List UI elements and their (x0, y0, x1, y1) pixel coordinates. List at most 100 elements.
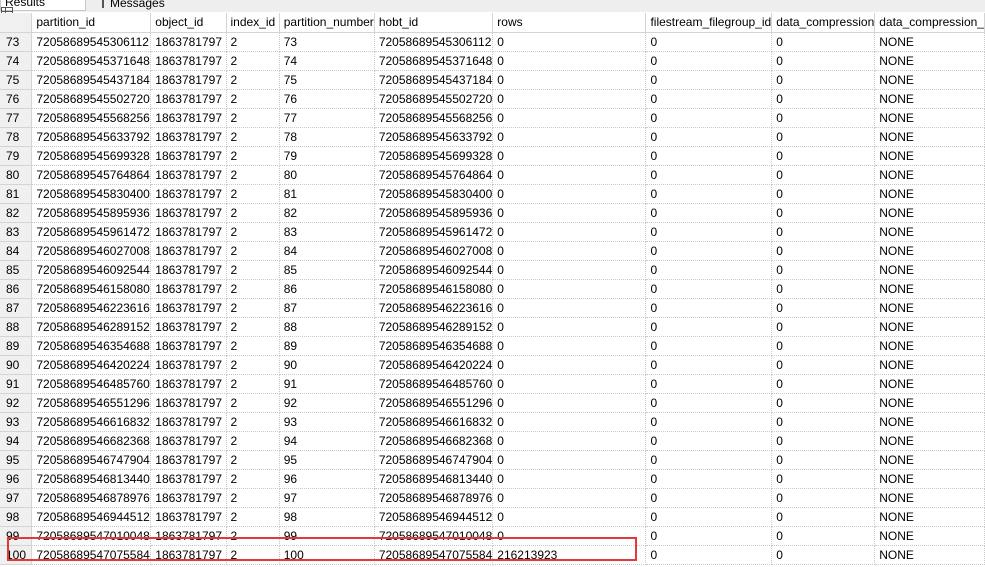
cell-index-id[interactable]: 2 (226, 32, 280, 52)
tab-messages[interactable]: Messages (98, 0, 165, 11)
cell-data-compression-desc[interactable]: NONE (874, 70, 985, 90)
cell-hobt-id[interactable]: 72058689545502720 (374, 89, 494, 109)
cell-hobt-id[interactable]: 72058689545764864 (374, 165, 494, 185)
cell-rows[interactable]: 0 (492, 241, 647, 261)
cell-partition-number[interactable]: 94 (279, 431, 375, 451)
cell-partition-number[interactable]: 85 (279, 260, 375, 280)
row-number[interactable]: 79 (0, 146, 33, 166)
cell-rows[interactable]: 0 (492, 393, 647, 413)
cell-data-compression-desc[interactable]: NONE (874, 469, 985, 489)
cell-partition-id[interactable]: 72058689545961472 (31, 222, 152, 242)
cell-data-compression[interactable]: 0 (771, 393, 876, 413)
cell-partition-number[interactable]: 75 (279, 70, 375, 90)
cell-data-compression-desc[interactable]: NONE (874, 507, 985, 527)
cell-rows[interactable]: 0 (492, 184, 647, 204)
cell-index-id[interactable]: 2 (226, 374, 280, 394)
cell-data-compression[interactable]: 0 (771, 108, 876, 128)
column-header-data-compression-desc[interactable]: data_compression_ (874, 13, 985, 33)
cell-filestream-filegroup-id[interactable]: 0 (645, 241, 773, 261)
row-number[interactable]: 84 (0, 241, 33, 261)
cell-partition-number[interactable]: 81 (279, 184, 375, 204)
cell-data-compression[interactable]: 0 (771, 260, 876, 280)
cell-hobt-id[interactable]: 72058689545633792 (374, 127, 494, 147)
cell-data-compression-desc[interactable]: NONE (874, 184, 985, 204)
cell-partition-number[interactable]: 73 (279, 32, 375, 52)
row-number[interactable]: 87 (0, 298, 33, 318)
table-row[interactable]: 84 72058689546027008 1863781797 2 84 72058689… (0, 241, 985, 261)
cell-object-id[interactable]: 1863781797 (150, 108, 227, 128)
cell-object-id[interactable]: 1863781797 (150, 146, 227, 166)
table-row[interactable]: 93 72058689546616832 1863781797 2 93 72058689… (0, 412, 985, 432)
cell-hobt-id[interactable]: 72058689546944512 (374, 507, 494, 527)
column-header-partition-id[interactable]: partition_id (31, 13, 152, 33)
cell-object-id[interactable]: 1863781797 (150, 241, 227, 261)
cell-index-id[interactable]: 2 (226, 70, 280, 90)
cell-hobt-id[interactable]: 72058689546158080 (374, 279, 494, 299)
cell-data-compression-desc[interactable]: NONE (874, 51, 985, 71)
cell-data-compression[interactable]: 0 (771, 317, 876, 337)
cell-object-id[interactable]: 1863781797 (150, 488, 227, 508)
tab-results[interactable]: Results (0, 0, 86, 17)
cell-partition-id[interactable]: 72058689546158080 (31, 279, 152, 299)
cell-filestream-filegroup-id[interactable]: 0 (645, 488, 773, 508)
cell-partition-number[interactable]: 93 (279, 412, 375, 432)
cell-hobt-id[interactable]: 72058689546420224 (374, 355, 494, 375)
row-number[interactable]: 89 (0, 336, 33, 356)
cell-partition-number[interactable]: 80 (279, 165, 375, 185)
row-number[interactable]: 83 (0, 222, 33, 242)
row-number[interactable]: 88 (0, 317, 33, 337)
table-row[interactable]: 74 72058689545371648 1863781797 2 74 72058689… (0, 51, 985, 71)
cell-rows[interactable]: 0 (492, 336, 647, 356)
cell-partition-id[interactable]: 72058689546092544 (31, 260, 152, 280)
cell-data-compression[interactable]: 0 (771, 203, 876, 223)
table-row[interactable]: 73 72058689545306112 1863781797 2 73 72058689… (0, 32, 985, 52)
cell-index-id[interactable]: 2 (226, 526, 280, 546)
cell-partition-number[interactable]: 79 (279, 146, 375, 166)
cell-partition-number[interactable]: 84 (279, 241, 375, 261)
table-row[interactable]: 87 72058689546223616 1863781797 2 87 72058689… (0, 298, 985, 318)
table-row[interactable]: 98 72058689546944512 1863781797 2 98 72058689… (0, 507, 985, 527)
table-row[interactable]: 90 72058689546420224 1863781797 2 90 72058689… (0, 355, 985, 375)
cell-hobt-id[interactable]: 72058689546485760 (374, 374, 494, 394)
cell-filestream-filegroup-id[interactable]: 0 (645, 450, 773, 470)
cell-data-compression-desc[interactable]: NONE (874, 32, 985, 52)
cell-index-id[interactable]: 2 (226, 241, 280, 261)
cell-hobt-id[interactable]: 72058689546551296 (374, 393, 494, 413)
cell-rows[interactable]: 0 (492, 317, 647, 337)
cell-filestream-filegroup-id[interactable]: 0 (645, 184, 773, 204)
cell-partition-id[interactable]: 72058689546944512 (31, 507, 152, 527)
cell-hobt-id[interactable]: 72058689545371648 (374, 51, 494, 71)
cell-partition-number[interactable]: 87 (279, 298, 375, 318)
cell-rows[interactable]: 0 (492, 279, 647, 299)
cell-rows[interactable]: 0 (492, 488, 647, 508)
table-row[interactable]: 78 72058689545633792 1863781797 2 78 72058689… (0, 127, 985, 147)
cell-partition-id[interactable]: 72058689546682368 (31, 431, 152, 451)
cell-partition-number[interactable]: 78 (279, 127, 375, 147)
cell-data-compression[interactable]: 0 (771, 127, 876, 147)
row-number[interactable]: 75 (0, 70, 33, 90)
cell-object-id[interactable]: 1863781797 (150, 165, 227, 185)
cell-hobt-id[interactable]: 72058689546092544 (374, 260, 494, 280)
cell-partition-id[interactable]: 72058689546420224 (31, 355, 152, 375)
cell-filestream-filegroup-id[interactable]: 0 (645, 545, 773, 565)
cell-partition-number[interactable]: 96 (279, 469, 375, 489)
cell-filestream-filegroup-id[interactable]: 0 (645, 355, 773, 375)
cell-index-id[interactable]: 2 (226, 393, 280, 413)
cell-partition-id[interactable]: 72058689546878976 (31, 488, 152, 508)
cell-object-id[interactable]: 1863781797 (150, 184, 227, 204)
cell-index-id[interactable]: 2 (226, 431, 280, 451)
cell-data-compression-desc[interactable]: NONE (874, 526, 985, 546)
row-number[interactable]: 90 (0, 355, 33, 375)
row-number[interactable]: 97 (0, 488, 33, 508)
cell-rows[interactable]: 0 (492, 222, 647, 242)
cell-index-id[interactable]: 2 (226, 412, 280, 432)
cell-index-id[interactable]: 2 (226, 165, 280, 185)
table-row[interactable]: 91 72058689546485760 1863781797 2 91 72058689… (0, 374, 985, 394)
cell-data-compression-desc[interactable]: NONE (874, 298, 985, 318)
cell-hobt-id[interactable]: 72058689545895936 (374, 203, 494, 223)
cell-filestream-filegroup-id[interactable]: 0 (645, 260, 773, 280)
cell-data-compression[interactable]: 0 (771, 431, 876, 451)
cell-partition-id[interactable]: 72058689547010048 (31, 526, 152, 546)
cell-partition-number[interactable]: 91 (279, 374, 375, 394)
cell-data-compression-desc[interactable]: NONE (874, 203, 985, 223)
